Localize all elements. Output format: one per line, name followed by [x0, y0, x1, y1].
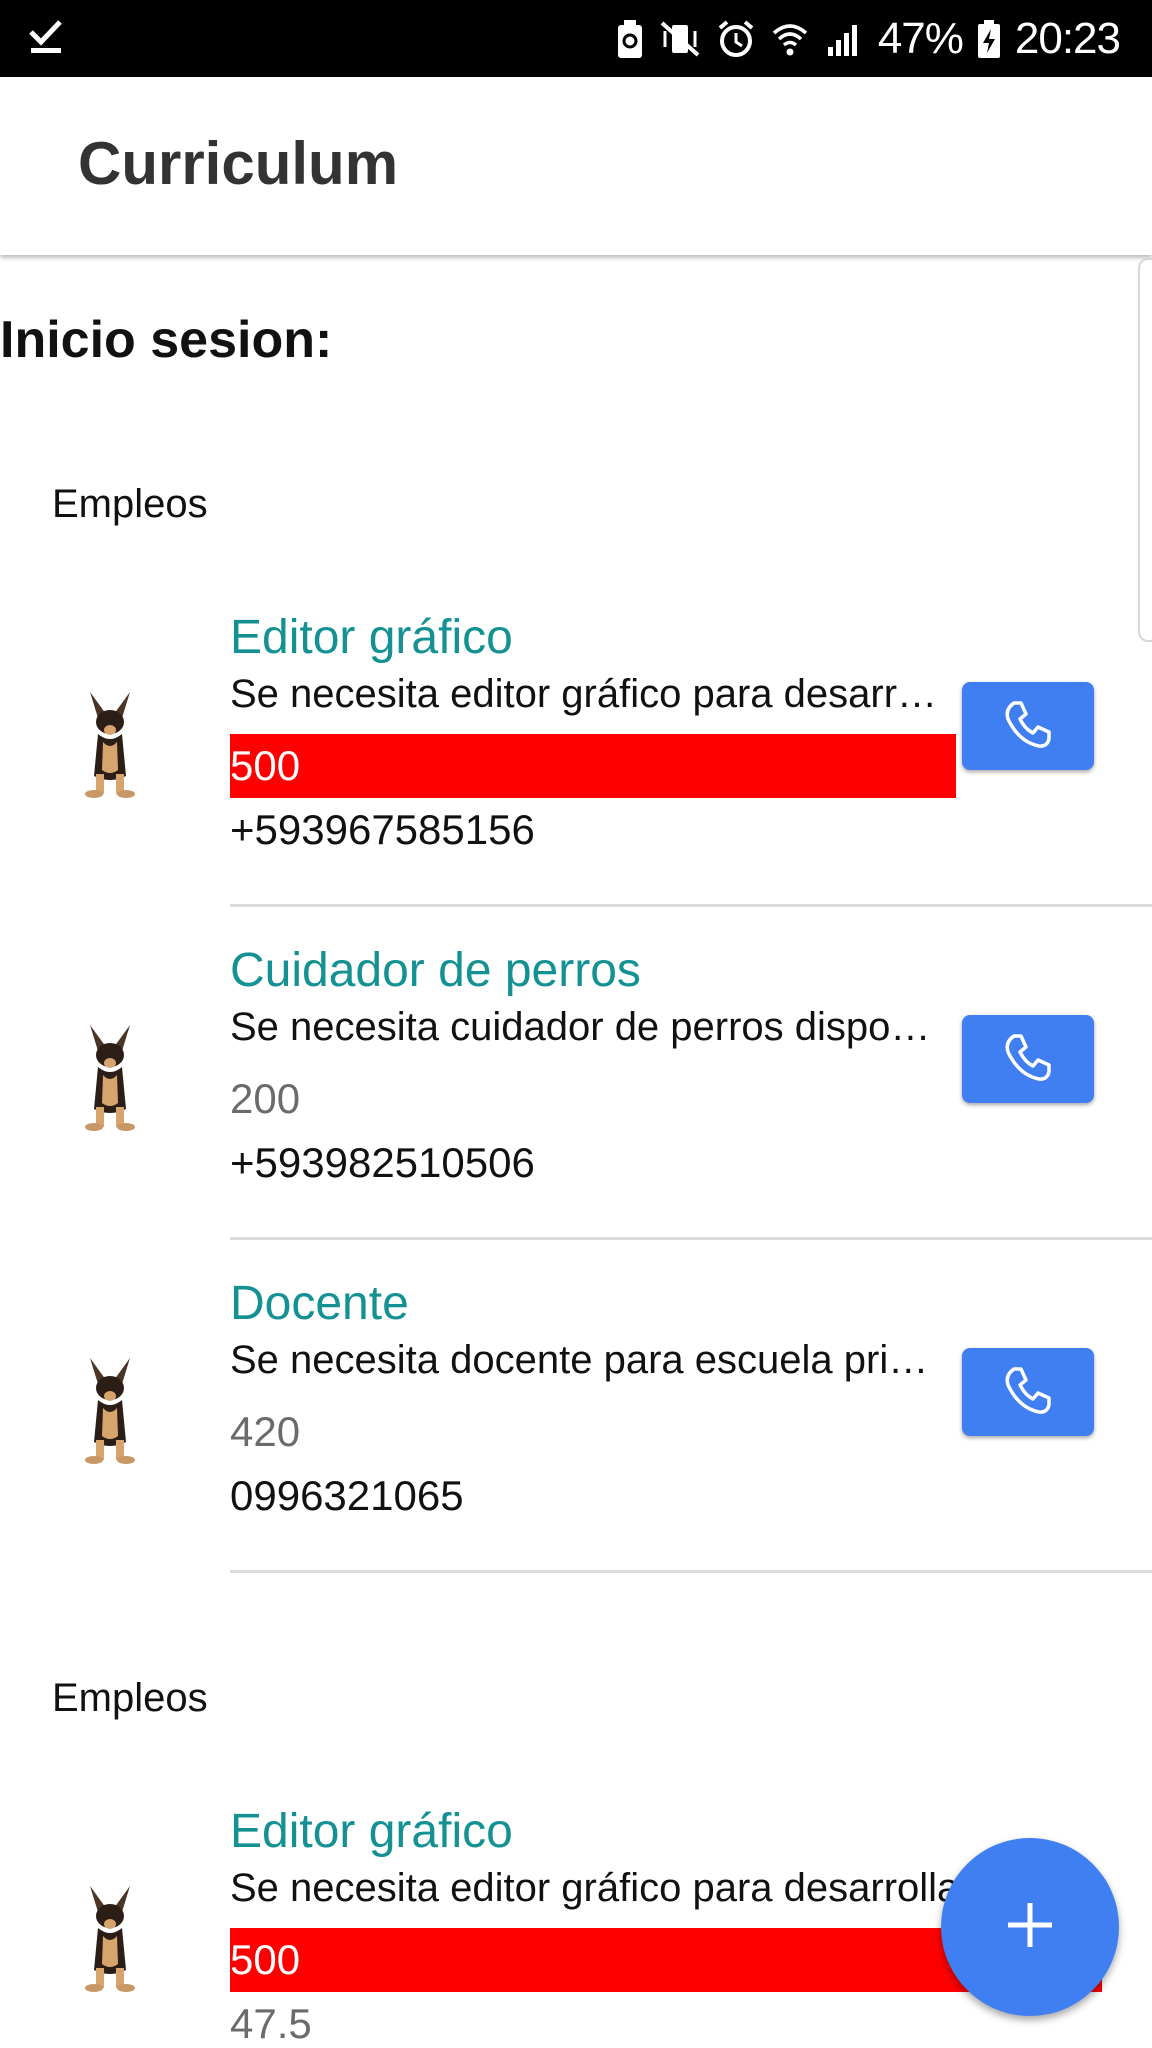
- status-bar: 47% 20:23: [0, 0, 1152, 77]
- call-button[interactable]: [962, 1348, 1094, 1436]
- job-phone: +593967585156: [230, 806, 535, 853]
- list-item[interactable]: Docente Se necesita docente para escuela…: [0, 1240, 1152, 1573]
- job-phone: 47.5: [230, 2000, 312, 2047]
- job-phone: 0996321065: [230, 1472, 464, 1519]
- job-description: Se necesita cuidador de perros disponibl…: [230, 1005, 950, 1049]
- job-title: Editor gráfico: [230, 1805, 513, 1858]
- battery-percent: 47%: [877, 13, 964, 63]
- list-item[interactable]: Cuidador de perros Se necesita cuidador …: [0, 907, 1152, 1240]
- job-salary: 200: [230, 1075, 301, 1122]
- signal-icon: [824, 19, 864, 59]
- phone-icon: [1001, 1363, 1055, 1422]
- job-description: Se necesita editor gráfico para desarrol…: [230, 672, 950, 716]
- content-scroll-area[interactable]: Inicio sesion: Empleos Editor gráfico Se…: [0, 258, 1152, 2048]
- add-button[interactable]: [941, 1838, 1119, 2016]
- call-button[interactable]: [962, 1015, 1094, 1103]
- battery-saver-icon: [616, 19, 644, 59]
- dog-avatar-icon: [76, 1356, 144, 1466]
- battery-charging-icon: [977, 19, 1001, 59]
- job-title: Docente: [230, 1277, 409, 1330]
- list-item[interactable]: Editor gráfico Se necesita editor gráfic…: [0, 574, 1152, 907]
- group-label: Empleos: [52, 482, 208, 526]
- wifi-icon: [770, 19, 810, 59]
- phone-icon: [1001, 1030, 1055, 1089]
- job-description: Se necesita docente para escuela primari…: [230, 1338, 950, 1382]
- check-icon: [28, 16, 64, 61]
- dog-avatar-icon: [76, 1884, 144, 1994]
- phone-icon: [1001, 697, 1055, 756]
- group-label: Empleos: [52, 1676, 208, 1720]
- job-phone: +593982510506: [230, 1139, 535, 1186]
- job-title: Cuidador de perros: [230, 944, 641, 997]
- divider: [230, 1570, 1152, 1573]
- dog-avatar-icon: [76, 1023, 144, 1133]
- clock: 20:23: [1014, 13, 1121, 63]
- alarm-icon: [716, 19, 756, 59]
- job-salary: 420: [230, 1408, 301, 1455]
- call-button[interactable]: [962, 682, 1094, 770]
- mute-vibrate-icon: [658, 19, 702, 59]
- app-bar: Curriculum: [0, 77, 1152, 255]
- job-title: Editor gráfico: [230, 611, 513, 664]
- app-title: Curriculum: [78, 130, 399, 197]
- plus-icon: [1002, 1897, 1058, 1958]
- job-salary: 500: [230, 734, 956, 798]
- page-heading: Inicio sesion:: [0, 311, 333, 369]
- dog-avatar-icon: [76, 690, 144, 800]
